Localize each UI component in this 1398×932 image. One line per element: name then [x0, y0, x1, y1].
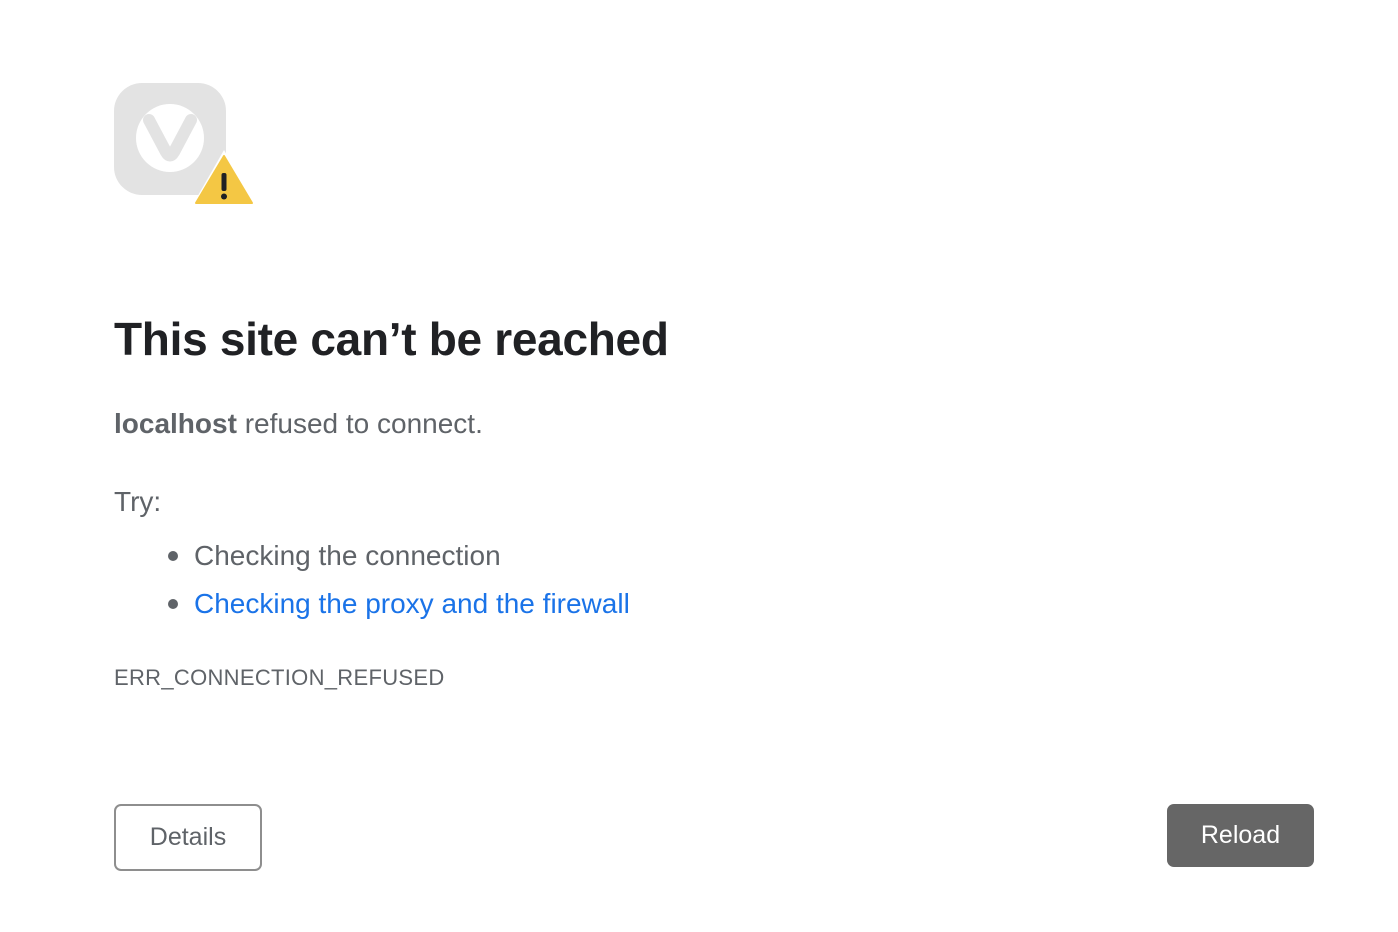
host-name: localhost	[114, 408, 237, 439]
suggestions-list: Checking the connection Checking the pro…	[114, 532, 630, 628]
try-label: Try:	[114, 486, 162, 517]
browser-logo-warning-icon	[114, 82, 256, 206]
reload-button[interactable]: Reload	[1167, 804, 1314, 867]
error-message: refused to connect.	[236, 408, 483, 439]
suggestion-check-proxy-firewall-link[interactable]: Checking the proxy and the firewall	[194, 588, 630, 619]
suggestion-item: Checking the connection	[168, 532, 630, 580]
bullet-icon	[168, 551, 178, 561]
error-summary: localhost refused to connect.	[114, 408, 483, 440]
bullet-icon	[168, 599, 178, 609]
page-title: This site can’t be reached	[114, 313, 669, 365]
suggestion-check-connection: Checking the connection	[194, 540, 501, 571]
details-button[interactable]: Details	[114, 804, 262, 871]
suggestion-item: Checking the proxy and the firewall	[168, 580, 630, 628]
error-code: ERR_CONNECTION_REFUSED	[114, 665, 445, 690]
